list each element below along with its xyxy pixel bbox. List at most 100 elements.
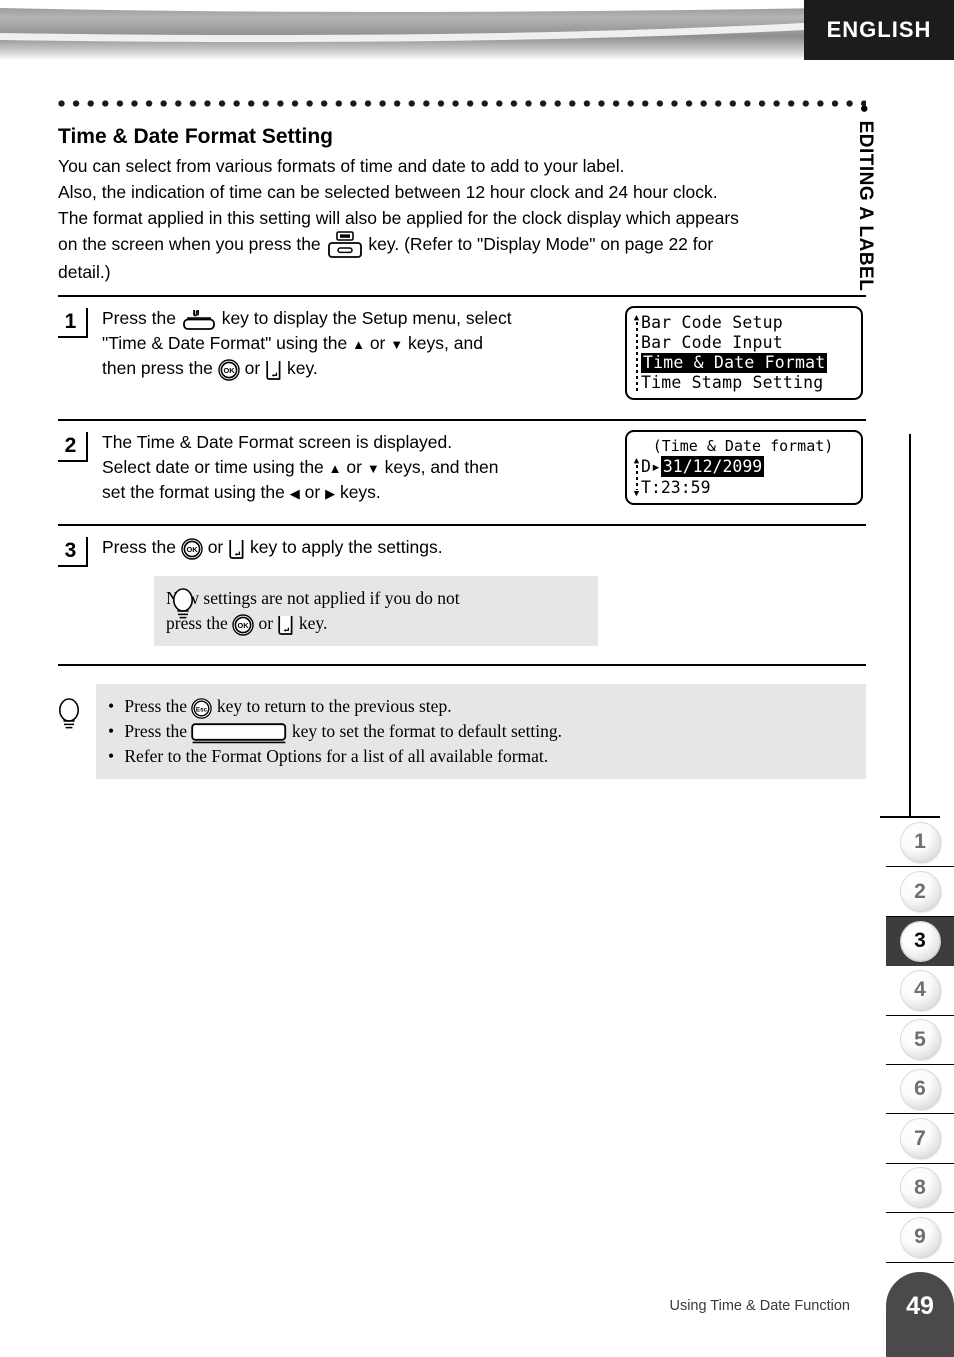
svg-text:OK: OK — [238, 622, 250, 631]
intro-line-2: Also, the indication of time can be sele… — [58, 182, 718, 202]
step-2-t6: or — [304, 482, 321, 503]
step-3-number: 3 — [58, 537, 88, 568]
menu-item-bar-code-setup[interactable]: Bar Code Setup — [641, 313, 854, 333]
step-3-t1: Press the — [102, 537, 176, 558]
intro-line-3a: The format applied in this setting will … — [58, 208, 739, 228]
step-2-t1: The Time & Date Format screen is display… — [102, 432, 453, 453]
chapter-tab-2-label: 2 — [900, 872, 940, 912]
tip-bulb-icon-2 — [52, 694, 86, 734]
tip-bulb-icon-1 — [166, 584, 200, 624]
ok-key-icon: OK — [218, 359, 240, 381]
chapter-tab-8[interactable]: 8 — [886, 1164, 954, 1214]
language-tab: ENGLISH — [804, 0, 954, 60]
lcd-time-value[interactable]: 23:59 — [661, 477, 711, 498]
step-2-t7: keys. — [339, 482, 381, 503]
footer-section-name: Using Time & Date Function — [669, 1298, 850, 1314]
lcd-time-key: T — [641, 478, 651, 498]
page-footer: Using Time & Date Function — [0, 1288, 954, 1328]
bullet-icon: • — [108, 696, 115, 717]
chapter-tab-6[interactable]: 6 — [886, 1065, 954, 1115]
lcd-date-value[interactable]: 31/12/2099 — [660, 456, 765, 478]
chapter-tab-3-label: 3 — [900, 921, 940, 961]
chapter-tab-1-label: 1 — [900, 822, 940, 862]
dotted-divider — [58, 100, 866, 107]
menu-item-time-stamp-setting[interactable]: Time Stamp Setting — [641, 373, 854, 393]
arrow-up-icon: ▲ — [352, 337, 365, 353]
intro-line-4: detail.) — [58, 262, 111, 283]
chapter-tab-6-label: 6 — [900, 1069, 940, 1109]
note-line-2b: or — [258, 613, 274, 634]
step-3-t3: key to apply the settings. — [250, 537, 443, 558]
tip-item-3: • Refer to the Format Options for a list… — [108, 744, 562, 769]
lcd-scrollbar[interactable]: ▲ — [632, 313, 641, 394]
lcd-date-row[interactable]: D ▸ 31/12/2099 — [641, 456, 854, 478]
tips-text: • Press the Esc key to return to the pre… — [108, 694, 562, 769]
step-1-t1: Press the — [102, 308, 176, 329]
chapter-tab-3[interactable]: 3 — [886, 916, 954, 967]
step-1-t5: keys, and — [408, 333, 483, 354]
ok-key-icon: OK — [232, 614, 254, 637]
scroll-down-arrow-icon[interactable]: ▼ — [634, 490, 639, 499]
arrow-down-icon: ▼ — [366, 461, 380, 477]
arrow-down-icon: ▼ — [390, 337, 404, 353]
tip-2b: key to set the format to default setting… — [291, 721, 563, 742]
scroll-track — [635, 465, 638, 491]
lcd-format-scrollbar[interactable]: ▲ ▼ — [632, 456, 641, 499]
chapter-tab-4[interactable]: 4 — [886, 966, 954, 1016]
step-3-text: Press the OK or key to apply the setting… — [102, 535, 863, 560]
step-1-t2: key to display the Setup menu, select — [221, 308, 512, 329]
esc-key-icon: Esc — [191, 698, 213, 719]
chapter-tab-2[interactable]: 2 — [886, 867, 954, 917]
step-1-t7: or — [244, 358, 261, 379]
svg-text:Esc: Esc — [196, 706, 208, 713]
setup-key-icon — [181, 309, 217, 331]
step-1-text: Press the key to display the Setup menu,… — [102, 306, 615, 381]
chapter-tab-1[interactable]: 1 — [886, 818, 954, 868]
chapter-tab-7-label: 7 — [900, 1119, 940, 1159]
lcd-date-key: D — [641, 457, 651, 477]
divider-above-tips — [58, 664, 866, 667]
space-key-icon — [191, 723, 287, 744]
step-1: 1 Press the key to display the Setup men… — [58, 297, 863, 409]
intro-line-3c: key. (Refer to "Display Mode" on page 22… — [368, 234, 714, 254]
tip-item-1: • Press the Esc key to return to the pre… — [108, 694, 562, 719]
step-2-t5: set the format using the — [102, 482, 285, 503]
lcd-time-row[interactable]: T : 23:59 — [641, 477, 854, 498]
chapter-tab-7[interactable]: 7 — [886, 1114, 954, 1164]
page-header: ENGLISH — [0, 0, 954, 60]
step-2: 2 The Time & Date Format screen is displ… — [58, 421, 863, 514]
step-1-screen: ▲ Bar Code Setup Bar Code Input Time & D… — [625, 306, 863, 401]
arrow-right-icon: ▶ — [325, 486, 336, 502]
tip-item-2: • Press the key to set the format to def… — [108, 719, 562, 744]
chapter-tab-5[interactable]: 5 — [886, 1016, 954, 1065]
bullet-icon: • — [108, 721, 115, 742]
display-mode-key-icon — [326, 231, 364, 259]
chapter-tab-9[interactable]: 9 — [886, 1213, 954, 1263]
bullet-icon: • — [108, 746, 115, 767]
menu-item-time-date-format[interactable]: Time & Date Format — [641, 353, 828, 374]
note-line-1: New settings are not applied if you do n… — [166, 588, 460, 609]
chapter-tab-4-label: 4 — [900, 970, 940, 1010]
arrow-left-icon: ◀ — [289, 486, 300, 502]
section-intro: You can select from various formats of t… — [58, 153, 863, 285]
step-1-t6: then press the — [102, 358, 213, 379]
lcd-time-date-format: (Time & Date format) ▲ ▼ D ▸ 31/12/2099 — [625, 430, 863, 506]
page-title: Time & Date Format Setting — [58, 125, 333, 148]
lcd-format-title: (Time & Date format) — [652, 437, 834, 456]
chapter-tab-8-label: 8 — [900, 1168, 940, 1208]
step-1-number: 1 — [58, 308, 88, 339]
right-margin-rule — [909, 434, 911, 818]
step-2-number: 2 — [58, 432, 88, 463]
enter-key-icon — [228, 538, 245, 560]
ok-key-icon: OK — [181, 538, 203, 560]
tips-box: • Press the Esc key to return to the pre… — [96, 684, 866, 780]
lcd-date-marker-icon: ▸ — [650, 457, 661, 477]
scroll-up-arrow-icon[interactable]: ▲ — [634, 314, 639, 323]
menu-item-bar-code-input[interactable]: Bar Code Input — [641, 333, 854, 353]
enter-key-icon — [277, 614, 294, 636]
step-2-t4: keys, and then — [384, 457, 499, 478]
step-1-t4: or — [369, 333, 386, 354]
scroll-up-arrow-icon[interactable]: ▲ — [634, 457, 639, 466]
lcd-time-separator: : — [650, 478, 661, 498]
tip-3: Refer to the Format Options for a list o… — [124, 746, 549, 767]
